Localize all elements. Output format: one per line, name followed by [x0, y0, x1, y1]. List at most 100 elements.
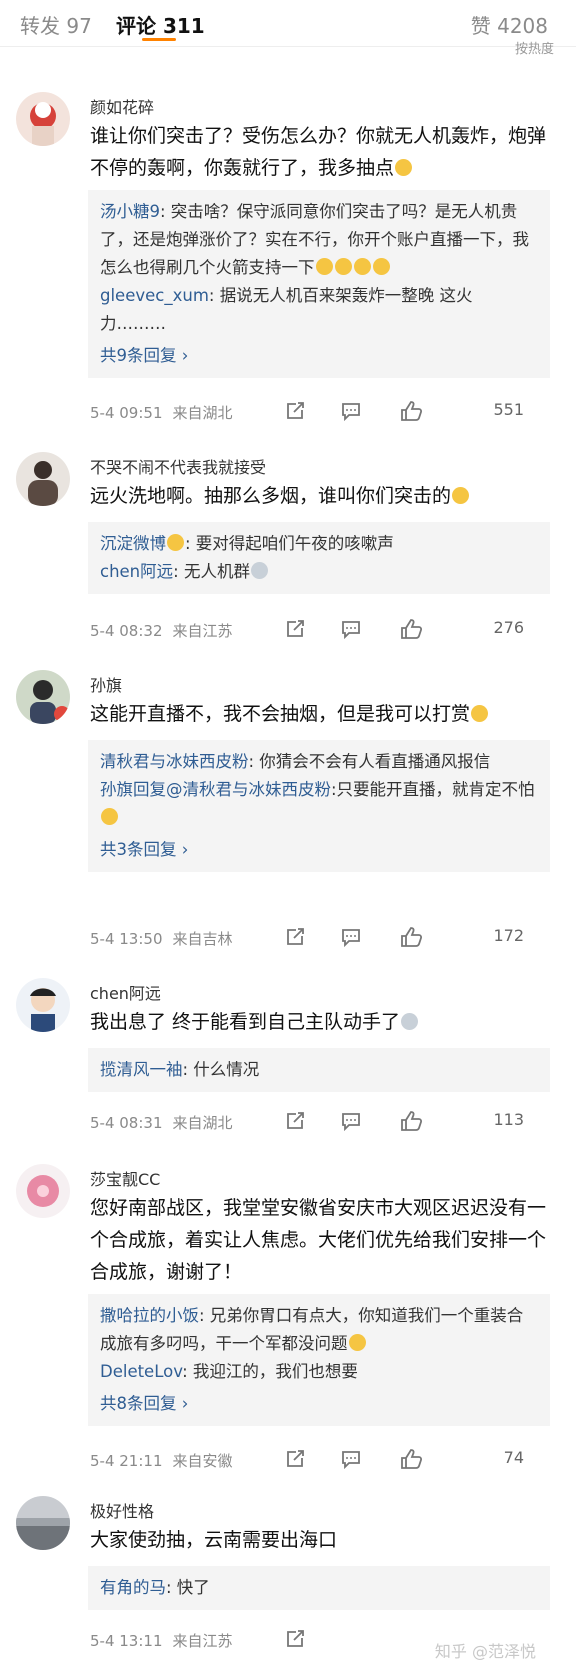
- more-replies-link[interactable]: 共3条回复 ›: [100, 836, 538, 864]
- share-icon[interactable]: [284, 1628, 306, 1650]
- location: 来自安徽: [172, 1452, 233, 1470]
- avatar-icon: [16, 978, 70, 1032]
- location: 来自江苏: [172, 1632, 233, 1650]
- reply-box[interactable]: 揽清风一袖: 什么情况: [88, 1048, 550, 1092]
- reply-item: 孙旗回复@清秋君与冰妹西皮粉:只要能开直播，就肯定不怕: [100, 776, 538, 832]
- like-icon[interactable]: [400, 1110, 424, 1132]
- tab-repost[interactable]: 转发 97: [20, 10, 92, 39]
- reply-item: 撒哈拉的小饭: 兄弟你胃口有点大，你知道我们一个重装合成旅有多叼吗，干一个军都没…: [100, 1306, 524, 1353]
- smile-emoji-icon: [315, 258, 333, 275]
- comment-text: 您好南部战区，我堂堂安徽省安庆市大观区迟迟没有一个合成旅，着实让人焦虑。大佬们优…: [90, 1197, 547, 1283]
- comment-actions: 172: [284, 924, 524, 950]
- comment-text: 我出息了 终于能看到自己主队动手了: [90, 1006, 546, 1038]
- avatar-icon: [16, 92, 70, 146]
- avatar-icon: [16, 1496, 70, 1550]
- grin-emoji-icon: [395, 159, 413, 176]
- money-emoji-icon: [471, 705, 489, 722]
- smile-emoji-icon: [353, 258, 371, 275]
- tab-comments[interactable]: 评论 311: [116, 10, 205, 39]
- grin-emoji-icon: [101, 808, 118, 825]
- username[interactable]: chen阿远: [90, 980, 161, 1004]
- reply-item: 清秋君与冰妹西皮粉: 你猜会不会有人看直播通风报信: [100, 752, 491, 771]
- avatar-icon: [16, 670, 70, 724]
- share-icon[interactable]: [284, 1110, 306, 1132]
- timestamp: 5-4 08:31: [90, 1114, 163, 1132]
- avatar[interactable]: [16, 1164, 70, 1218]
- avatar[interactable]: [16, 92, 70, 146]
- timestamp: 5-4 08:32: [90, 622, 163, 640]
- watermark: 知乎 @范泽悦: [434, 1642, 536, 1661]
- sort-toggle[interactable]: 按热度: [515, 38, 554, 57]
- more-replies-link[interactable]: 共9条回复 ›: [100, 342, 538, 370]
- smile-emoji-icon: [334, 258, 352, 275]
- like-count: 172: [493, 926, 524, 945]
- location: 来自吉林: [172, 930, 233, 948]
- timestamp: 5-4 13:50: [90, 930, 163, 948]
- location: 来自江苏: [172, 622, 233, 640]
- smile-emoji-icon: [348, 1334, 366, 1351]
- like-icon[interactable]: [400, 400, 424, 422]
- comment-meta: 5-4 09:51 来自湖北 551: [90, 400, 550, 423]
- cry-emoji-icon: [167, 534, 184, 551]
- share-icon[interactable]: [284, 1448, 306, 1470]
- comment-icon[interactable]: [340, 618, 362, 640]
- reply-item: 有角的马: 快了: [100, 1578, 210, 1597]
- username[interactable]: 莎宝靓CC: [90, 1166, 160, 1190]
- username[interactable]: 极好性格: [90, 1498, 154, 1522]
- comment-icon[interactable]: [340, 1110, 362, 1132]
- comment-actions: 276: [284, 616, 524, 642]
- reply-item: DeleteLov: 我迎江的，我们也想要: [100, 1362, 358, 1381]
- comment-actions: 74: [284, 1446, 524, 1472]
- reply-item: chen阿远: 无人机群: [100, 558, 538, 586]
- comment-icon[interactable]: [340, 926, 362, 948]
- share-icon[interactable]: [284, 400, 306, 422]
- username[interactable]: 颜如花碎: [90, 94, 154, 118]
- like-count: 276: [493, 618, 524, 637]
- comment-icon[interactable]: [340, 400, 362, 422]
- avatar-icon: [16, 452, 70, 506]
- comment-meta: 5-4 08:32 来自江苏 276: [90, 618, 550, 641]
- reply-item: 汤小糖9: 突击啥？保守派同意你们突击了吗？是无人机贵了，还是炮弹涨价了？实在不…: [100, 202, 529, 277]
- share-icon[interactable]: [284, 618, 306, 640]
- reply-box[interactable]: 有角的马: 快了: [88, 1566, 550, 1610]
- comment-meta: 5-4 08:31 来自湖北 113: [90, 1110, 550, 1133]
- comment-actions: 113: [284, 1108, 524, 1134]
- more-replies-link[interactable]: 共8条回复 ›: [100, 1390, 538, 1418]
- avatar[interactable]: [16, 452, 70, 506]
- reply-box[interactable]: 汤小糖9: 突击啥？保守派同意你们突击了吗？是无人机贵了，还是炮弹涨价了？实在不…: [88, 190, 550, 378]
- reply-box[interactable]: 撒哈拉的小饭: 兄弟你胃口有点大，你知道我们一个重装合成旅有多叼吗，干一个军都没…: [88, 1294, 550, 1426]
- reply-item: 沉淀微博: 要对得起咱们午夜的咳嗽声: [100, 534, 394, 553]
- like-count: 74: [503, 1448, 524, 1467]
- reply-box[interactable]: 清秋君与冰妹西皮粉: 你猜会不会有人看直播通风报信 孙旗回复@清秋君与冰妹西皮粉…: [88, 740, 550, 872]
- reply-box[interactable]: 沉淀微博: 要对得起咱们午夜的咳嗽声 chen阿远: 无人机群: [88, 522, 550, 594]
- comment-actions: 551: [284, 398, 524, 424]
- like-icon[interactable]: [400, 618, 424, 640]
- like-icon[interactable]: [400, 926, 424, 948]
- username[interactable]: 孙旗: [90, 672, 122, 696]
- avatar[interactable]: [16, 978, 70, 1032]
- reply-item: gleevec_xum: 据说无人机百来架轰炸一整晚 这火力………: [100, 286, 473, 333]
- like-icon[interactable]: [400, 1448, 424, 1470]
- like-count: 113: [493, 1110, 524, 1129]
- like-count: 551: [493, 400, 524, 419]
- share-icon[interactable]: [284, 926, 306, 948]
- comment-text: 谁让你们突击了？受伤怎么办？你就无人机轰炸，炮弹不停的轰啊，你轰就行了，我多抽点: [90, 125, 547, 179]
- smile-emoji-icon: [372, 258, 390, 275]
- comment-icon[interactable]: [340, 1448, 362, 1470]
- location: 来自湖北: [172, 1114, 233, 1132]
- comment-text: 这能开直播不，我不会抽烟，但是我可以打赏: [90, 698, 546, 730]
- cry-emoji-icon: [452, 487, 470, 504]
- tab-likes[interactable]: 赞 4208: [471, 10, 548, 39]
- timestamp: 5-4 13:11: [90, 1632, 163, 1650]
- username[interactable]: 不哭不闹不代表我就接受: [90, 454, 266, 478]
- face-emoji-icon: [250, 562, 268, 579]
- face-emoji-icon: [401, 1013, 419, 1030]
- avatar[interactable]: [16, 670, 70, 724]
- comment-text: 远火洗地啊。抽那么多烟，谁叫你们突击的: [90, 480, 546, 512]
- comment-meta: 5-4 13:50 来自吉林 172: [90, 926, 550, 949]
- timestamp: 5-4 09:51: [90, 404, 163, 422]
- location: 来自湖北: [172, 404, 233, 422]
- avatar[interactable]: [16, 1496, 70, 1550]
- comment-meta: 5-4 21:11 来自安徽 74: [90, 1448, 550, 1471]
- active-tab-indicator: [142, 38, 176, 41]
